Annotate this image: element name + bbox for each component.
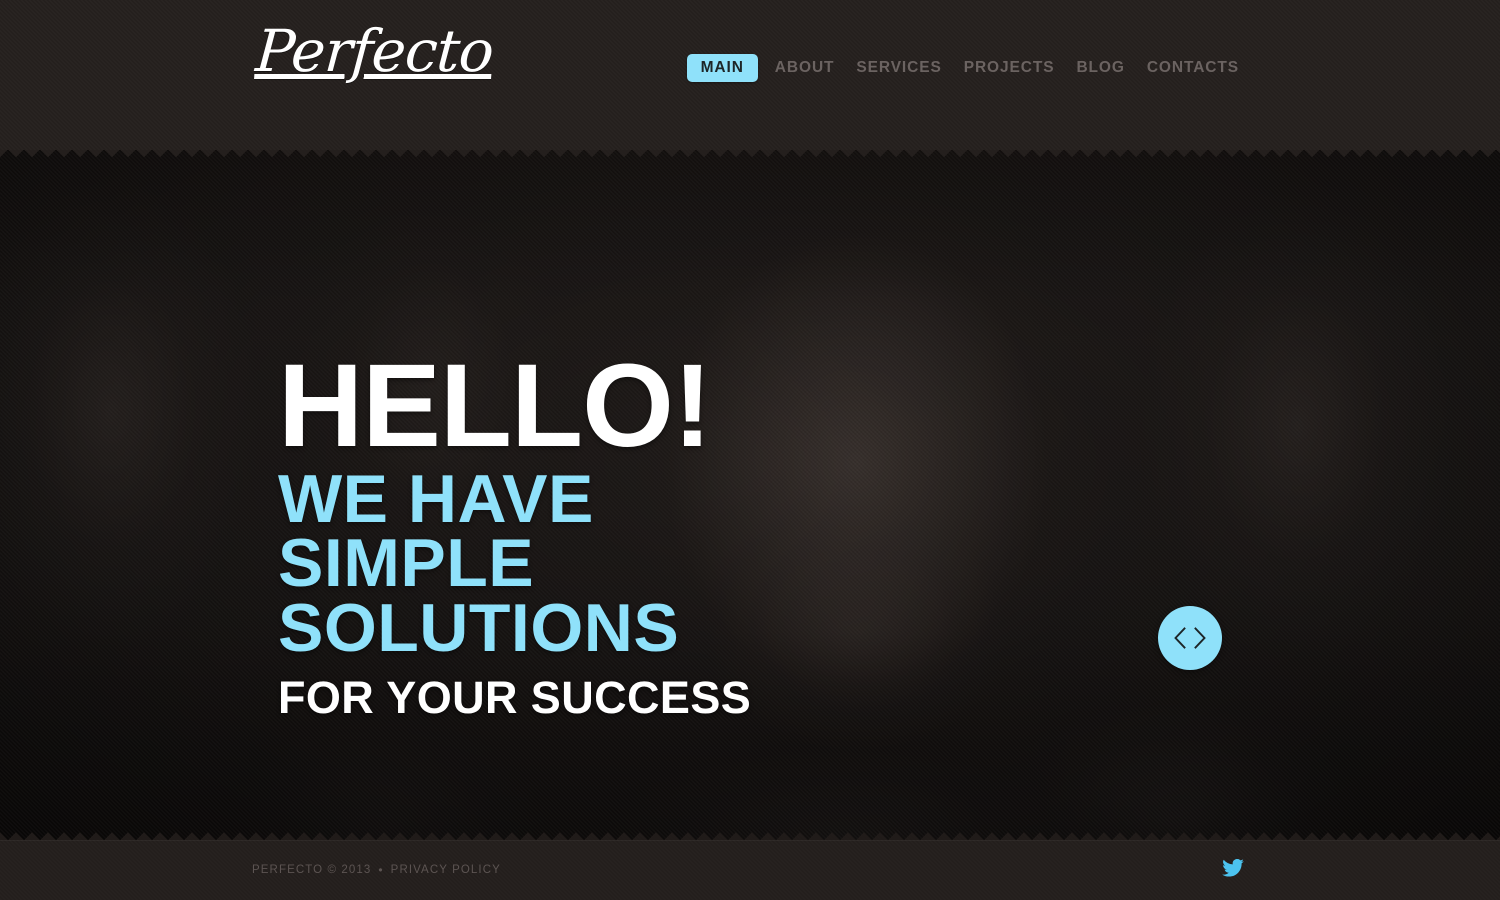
- copyright-text: PERFECTO © 2013: [252, 864, 372, 876]
- social-links: [1222, 858, 1244, 882]
- nav-item-contacts[interactable]: CONTACTS: [1136, 54, 1250, 82]
- page-root: Perfecto MAIN ABOUT SERVICES PROJECTS BL…: [0, 0, 1500, 900]
- nav-item-main[interactable]: MAIN: [686, 54, 758, 82]
- nav-item-projects[interactable]: PROJECTS: [953, 54, 1066, 82]
- site-logo[interactable]: Perfecto: [254, 17, 496, 85]
- copyright-separator: •: [378, 863, 384, 877]
- site-header: Perfecto MAIN ABOUT SERVICES PROJECTS BL…: [0, 0, 1500, 150]
- header-inner: Perfecto MAIN ABOUT SERVICES PROJECTS BL…: [250, 0, 1250, 150]
- chevron-left-icon[interactable]: [1171, 626, 1189, 650]
- site-footer: PERFECTO © 2013 • PRIVACY POLICY: [0, 840, 1500, 900]
- twitter-icon[interactable]: [1222, 858, 1244, 882]
- nav-item-about[interactable]: ABOUT: [764, 54, 846, 82]
- copyright: PERFECTO © 2013 • PRIVACY POLICY: [252, 864, 501, 876]
- hero-slider: HELLO! WE HAVE SIMPLE SOLUTIONS FOR YOUR…: [0, 150, 1500, 840]
- nav-item-services[interactable]: SERVICES: [845, 54, 952, 82]
- privacy-policy-link[interactable]: PRIVACY POLICY: [391, 864, 501, 876]
- slider-navigation[interactable]: [1158, 606, 1222, 670]
- hero-tagline: FOR YOUR SUCCESS: [278, 671, 752, 723]
- footer-inner: PERFECTO © 2013 • PRIVACY POLICY: [250, 840, 1250, 900]
- hero-content: HELLO! WE HAVE SIMPLE SOLUTIONS FOR YOUR…: [0, 150, 1500, 840]
- hero-subheadline: WE HAVE SIMPLE SOLUTIONS: [278, 460, 680, 667]
- hero-headline: HELLO!: [278, 340, 712, 472]
- main-navigation: MAIN ABOUT SERVICES PROJECTS BLOG CONTAC…: [686, 54, 1250, 82]
- chevron-right-icon[interactable]: [1191, 626, 1209, 650]
- nav-item-blog[interactable]: BLOG: [1065, 54, 1135, 82]
- hero-text-block: HELLO! WE HAVE SIMPLE SOLUTIONS FOR YOUR…: [278, 340, 838, 723]
